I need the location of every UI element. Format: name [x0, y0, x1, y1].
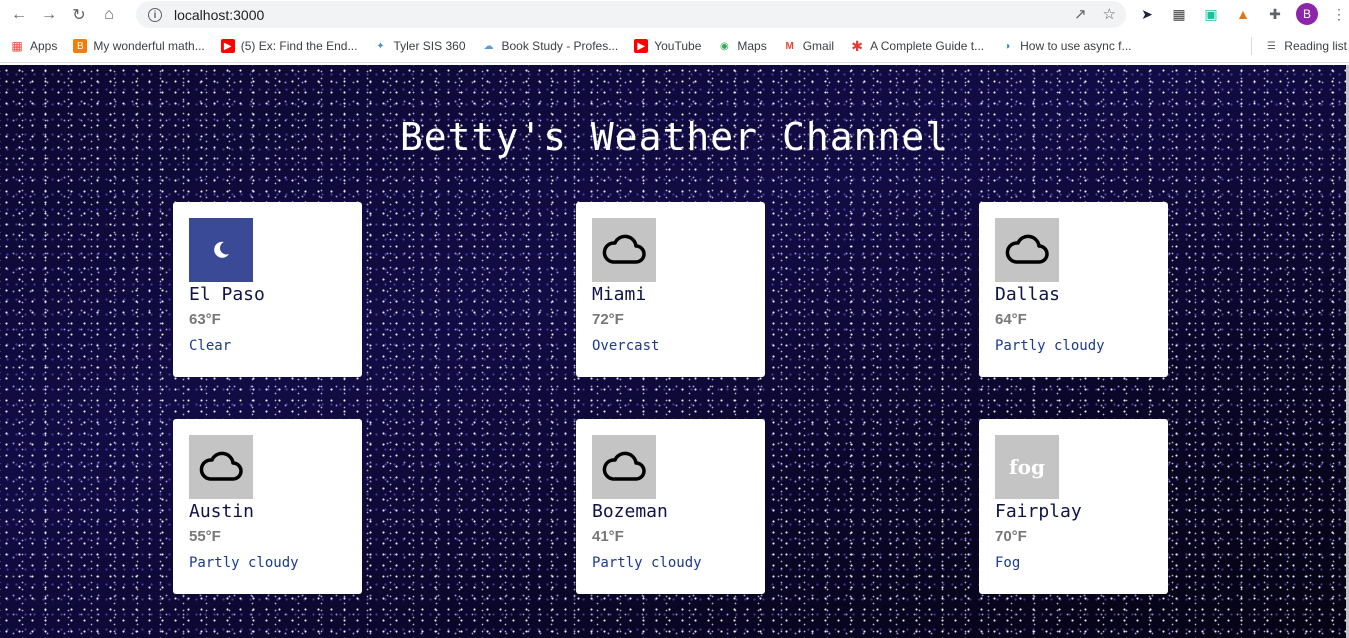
- city-name: El Paso: [189, 284, 265, 305]
- bookmark-label: Book Study - Profes...: [501, 39, 619, 53]
- cloud-icon: [995, 218, 1059, 282]
- temperature: 70°F: [995, 528, 1027, 545]
- bookmark-label: (5) Ex: Find the End...: [240, 39, 358, 53]
- bookmark-label: Tyler SIS 360: [393, 39, 466, 53]
- bookmark-item[interactable]: ◑ How to use async f...: [992, 39, 1139, 53]
- bookmark-label: YouTube: [654, 39, 702, 53]
- bookmark-item[interactable]: M Gmail: [775, 39, 842, 53]
- globe-icon: ◑: [1004, 40, 1011, 52]
- share-icon[interactable]: ↗: [1074, 5, 1087, 23]
- reading-list-icon: ☰: [1266, 40, 1276, 52]
- cursor-extension-icon[interactable]: ➤: [1136, 3, 1158, 25]
- weather-card: Bozeman 41°F Partly cloudy: [576, 419, 765, 594]
- asterisk-icon: ✱: [851, 37, 863, 54]
- blogger-icon: B: [73, 39, 88, 53]
- condition: Partly cloudy: [995, 338, 1105, 354]
- bookmark-apps[interactable]: ▦ Apps: [0, 39, 65, 53]
- bookmark-item[interactable]: B My wonderful math...: [65, 39, 212, 53]
- divider: [1251, 37, 1253, 55]
- page-viewport: Betty's Weather Channel El Paso 63°F Cle…: [0, 65, 1349, 638]
- bookmark-label: How to use async f...: [1020, 39, 1132, 53]
- bookmark-item[interactable]: ▶ (5) Ex: Find the End...: [213, 39, 366, 53]
- moon-icon: [189, 218, 253, 282]
- bookmark-label: Maps: [737, 39, 767, 53]
- bookmark-label: Apps: [30, 39, 58, 53]
- apps-grid-icon: ▦: [11, 39, 23, 53]
- weather-card: Miami 72°F Overcast: [576, 202, 765, 377]
- temperature: 64°F: [995, 311, 1027, 328]
- bookmark-star-icon[interactable]: ☆: [1103, 5, 1116, 23]
- condition: Fog: [995, 555, 1021, 571]
- maps-pin-icon: ◉: [720, 40, 729, 52]
- menu-kebab-icon[interactable]: ⋮: [1328, 3, 1349, 25]
- fog-icon-text: fog: [1009, 455, 1045, 479]
- cloud-icon: [592, 218, 656, 282]
- temperature: 41°F: [592, 528, 624, 545]
- bookmark-item[interactable]: ☁ Book Study - Profes...: [474, 39, 627, 53]
- reading-list-label: Reading list: [1284, 39, 1347, 53]
- back-button[interactable]: ←: [4, 0, 34, 30]
- bookmark-item[interactable]: ✱ A Complete Guide t...: [842, 37, 992, 54]
- reading-list-button[interactable]: ☰ Reading list: [1245, 37, 1347, 55]
- site-info-icon[interactable]: i: [148, 7, 162, 22]
- profile-avatar[interactable]: B: [1296, 3, 1318, 25]
- city-name: Miami: [592, 284, 647, 305]
- extension-icon[interactable]: ▦: [1168, 3, 1190, 25]
- grammarly-extension-icon[interactable]: ▣: [1200, 3, 1222, 25]
- city-name: Austin: [189, 501, 255, 522]
- condition: Overcast: [592, 338, 660, 354]
- weather-card: El Paso 63°F Clear: [173, 202, 362, 377]
- youtube-icon: ▶: [634, 39, 649, 53]
- tyler-icon: ✦: [376, 40, 385, 52]
- condition: Partly cloudy: [189, 555, 299, 571]
- metamask-extension-icon[interactable]: ▲: [1232, 3, 1254, 25]
- cloud-icon: [592, 435, 656, 499]
- address-bar[interactable]: i localhost:3000 ↗ ☆: [136, 1, 1126, 28]
- bookmark-label: A Complete Guide t...: [870, 39, 985, 53]
- bookmark-item[interactable]: ▶ YouTube: [626, 39, 709, 53]
- fog-icon: fog: [995, 435, 1059, 499]
- temperature: 55°F: [189, 528, 221, 545]
- city-name: Dallas: [995, 284, 1061, 305]
- weather-card: Austin 55°F Partly cloudy: [173, 419, 362, 594]
- city-name: Bozeman: [592, 501, 668, 522]
- temperature: 63°F: [189, 311, 221, 328]
- condition: Clear: [189, 338, 232, 354]
- bookmarks-bar: ▦ Apps B My wonderful math... ▶ (5) Ex: …: [0, 30, 1349, 63]
- weather-card: fog Fairplay 70°F Fog: [979, 419, 1168, 594]
- bookmark-label: My wonderful math...: [93, 39, 205, 53]
- bookmark-item[interactable]: ✦ Tyler SIS 360: [365, 39, 473, 53]
- temperature: 72°F: [592, 311, 624, 328]
- city-name: Fairplay: [995, 501, 1082, 522]
- puzzle-extensions-icon[interactable]: ✚: [1264, 3, 1286, 25]
- cloud-icon: ☁: [483, 40, 494, 52]
- bookmark-item[interactable]: ◉ Maps: [709, 39, 774, 53]
- youtube-icon: ▶: [220, 39, 235, 53]
- browser-toolbar: ← → ↻ ⌂ i localhost:3000 ↗ ☆ ➤ ▦ ▣ ▲ ✚ B…: [0, 0, 1349, 30]
- page-title: Betty's Weather Channel: [399, 115, 950, 159]
- forward-button[interactable]: →: [34, 0, 64, 30]
- gmail-icon: M: [785, 40, 794, 52]
- home-button[interactable]: ⌂: [94, 0, 124, 30]
- bookmark-label: Gmail: [802, 39, 835, 53]
- cloud-icon: [189, 435, 253, 499]
- condition: Partly cloudy: [592, 555, 702, 571]
- weather-card: Dallas 64°F Partly cloudy: [979, 202, 1168, 377]
- reload-button[interactable]: ↻: [64, 0, 94, 30]
- url-text[interactable]: localhost:3000: [174, 7, 264, 23]
